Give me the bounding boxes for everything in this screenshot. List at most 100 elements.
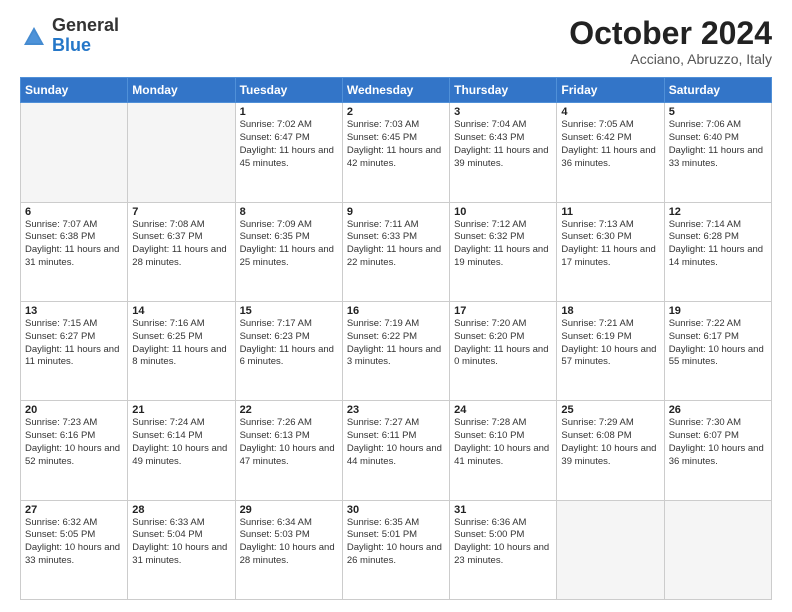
calendar-cell: 9 Sunrise: 7:11 AMSunset: 6:33 PMDayligh… [342,202,449,301]
day-detail: Sunrise: 7:03 AMSunset: 6:45 PMDaylight:… [347,119,445,170]
calendar-cell: 21 Sunrise: 7:24 AMSunset: 6:14 PMDaylig… [128,401,235,500]
day-header-tuesday: Tuesday [235,78,342,103]
day-number: 4 [561,106,659,118]
day-number: 29 [240,504,338,516]
day-number: 13 [25,305,123,317]
day-detail: Sunrise: 7:13 AMSunset: 6:30 PMDaylight:… [561,219,659,270]
day-number: 1 [240,106,338,118]
day-detail: Sunrise: 7:04 AMSunset: 6:43 PMDaylight:… [454,119,552,170]
calendar-week-2: 13 Sunrise: 7:15 AMSunset: 6:27 PMDaylig… [21,301,772,400]
calendar-cell [557,500,664,599]
header: General Blue October 2024 Acciano, Abruz… [20,16,772,67]
calendar-cell: 10 Sunrise: 7:12 AMSunset: 6:32 PMDaylig… [450,202,557,301]
day-number: 25 [561,404,659,416]
day-header-thursday: Thursday [450,78,557,103]
day-detail: Sunrise: 6:36 AMSunset: 5:00 PMDaylight:… [454,517,552,568]
day-detail: Sunrise: 7:20 AMSunset: 6:20 PMDaylight:… [454,318,552,369]
calendar-cell: 2 Sunrise: 7:03 AMSunset: 6:45 PMDayligh… [342,103,449,202]
day-detail: Sunrise: 7:06 AMSunset: 6:40 PMDaylight:… [669,119,767,170]
calendar-cell: 5 Sunrise: 7:06 AMSunset: 6:40 PMDayligh… [664,103,771,202]
calendar-cell: 3 Sunrise: 7:04 AMSunset: 6:43 PMDayligh… [450,103,557,202]
day-detail: Sunrise: 7:02 AMSunset: 6:47 PMDaylight:… [240,119,338,170]
calendar-cell [21,103,128,202]
logo-icon [20,23,48,51]
calendar-cell: 26 Sunrise: 7:30 AMSunset: 6:07 PMDaylig… [664,401,771,500]
day-number: 3 [454,106,552,118]
day-number: 17 [454,305,552,317]
day-number: 7 [132,206,230,218]
day-number: 20 [25,404,123,416]
calendar-cell: 16 Sunrise: 7:19 AMSunset: 6:22 PMDaylig… [342,301,449,400]
day-number: 22 [240,404,338,416]
day-detail: Sunrise: 7:16 AMSunset: 6:25 PMDaylight:… [132,318,230,369]
day-detail: Sunrise: 7:17 AMSunset: 6:23 PMDaylight:… [240,318,338,369]
calendar-cell: 12 Sunrise: 7:14 AMSunset: 6:28 PMDaylig… [664,202,771,301]
day-number: 24 [454,404,552,416]
day-detail: Sunrise: 7:28 AMSunset: 6:10 PMDaylight:… [454,417,552,468]
calendar-cell: 19 Sunrise: 7:22 AMSunset: 6:17 PMDaylig… [664,301,771,400]
calendar-cell: 24 Sunrise: 7:28 AMSunset: 6:10 PMDaylig… [450,401,557,500]
calendar-body: 1 Sunrise: 7:02 AMSunset: 6:47 PMDayligh… [21,103,772,600]
page: General Blue October 2024 Acciano, Abruz… [0,0,792,612]
calendar-cell: 7 Sunrise: 7:08 AMSunset: 6:37 PMDayligh… [128,202,235,301]
logo-blue-text: Blue [52,36,119,56]
calendar: SundayMondayTuesdayWednesdayThursdayFrid… [20,77,772,600]
calendar-cell [664,500,771,599]
calendar-cell: 20 Sunrise: 7:23 AMSunset: 6:16 PMDaylig… [21,401,128,500]
day-number: 11 [561,206,659,218]
day-number: 19 [669,305,767,317]
calendar-cell: 8 Sunrise: 7:09 AMSunset: 6:35 PMDayligh… [235,202,342,301]
day-number: 21 [132,404,230,416]
day-detail: Sunrise: 7:05 AMSunset: 6:42 PMDaylight:… [561,119,659,170]
day-detail: Sunrise: 6:35 AMSunset: 5:01 PMDaylight:… [347,517,445,568]
day-number: 9 [347,206,445,218]
day-detail: Sunrise: 6:33 AMSunset: 5:04 PMDaylight:… [132,517,230,568]
day-detail: Sunrise: 7:26 AMSunset: 6:13 PMDaylight:… [240,417,338,468]
day-number: 18 [561,305,659,317]
day-detail: Sunrise: 7:21 AMSunset: 6:19 PMDaylight:… [561,318,659,369]
calendar-cell: 30 Sunrise: 6:35 AMSunset: 5:01 PMDaylig… [342,500,449,599]
logo-general-text: General [52,16,119,36]
day-header-wednesday: Wednesday [342,78,449,103]
calendar-cell: 6 Sunrise: 7:07 AMSunset: 6:38 PMDayligh… [21,202,128,301]
month-title: October 2024 [569,16,772,51]
day-number: 2 [347,106,445,118]
day-number: 27 [25,504,123,516]
day-header-friday: Friday [557,78,664,103]
day-number: 16 [347,305,445,317]
day-detail: Sunrise: 7:30 AMSunset: 6:07 PMDaylight:… [669,417,767,468]
day-number: 12 [669,206,767,218]
day-detail: Sunrise: 7:29 AMSunset: 6:08 PMDaylight:… [561,417,659,468]
calendar-cell: 29 Sunrise: 6:34 AMSunset: 5:03 PMDaylig… [235,500,342,599]
day-header-sunday: Sunday [21,78,128,103]
day-header-row: SundayMondayTuesdayWednesdayThursdayFrid… [21,78,772,103]
day-detail: Sunrise: 7:08 AMSunset: 6:37 PMDaylight:… [132,219,230,270]
day-number: 10 [454,206,552,218]
day-detail: Sunrise: 7:11 AMSunset: 6:33 PMDaylight:… [347,219,445,270]
calendar-header: SundayMondayTuesdayWednesdayThursdayFrid… [21,78,772,103]
calendar-cell [128,103,235,202]
logo: General Blue [20,16,119,56]
day-number: 23 [347,404,445,416]
calendar-cell: 31 Sunrise: 6:36 AMSunset: 5:00 PMDaylig… [450,500,557,599]
calendar-cell: 13 Sunrise: 7:15 AMSunset: 6:27 PMDaylig… [21,301,128,400]
title-block: October 2024 Acciano, Abruzzo, Italy [569,16,772,67]
day-detail: Sunrise: 7:27 AMSunset: 6:11 PMDaylight:… [347,417,445,468]
calendar-week-1: 6 Sunrise: 7:07 AMSunset: 6:38 PMDayligh… [21,202,772,301]
day-number: 15 [240,305,338,317]
calendar-cell: 27 Sunrise: 6:32 AMSunset: 5:05 PMDaylig… [21,500,128,599]
day-number: 8 [240,206,338,218]
calendar-week-4: 27 Sunrise: 6:32 AMSunset: 5:05 PMDaylig… [21,500,772,599]
calendar-week-0: 1 Sunrise: 7:02 AMSunset: 6:47 PMDayligh… [21,103,772,202]
calendar-cell: 18 Sunrise: 7:21 AMSunset: 6:19 PMDaylig… [557,301,664,400]
day-number: 5 [669,106,767,118]
calendar-cell: 17 Sunrise: 7:20 AMSunset: 6:20 PMDaylig… [450,301,557,400]
day-detail: Sunrise: 7:22 AMSunset: 6:17 PMDaylight:… [669,318,767,369]
day-detail: Sunrise: 7:12 AMSunset: 6:32 PMDaylight:… [454,219,552,270]
day-detail: Sunrise: 7:19 AMSunset: 6:22 PMDaylight:… [347,318,445,369]
day-detail: Sunrise: 7:23 AMSunset: 6:16 PMDaylight:… [25,417,123,468]
calendar-week-3: 20 Sunrise: 7:23 AMSunset: 6:16 PMDaylig… [21,401,772,500]
calendar-cell: 23 Sunrise: 7:27 AMSunset: 6:11 PMDaylig… [342,401,449,500]
day-number: 6 [25,206,123,218]
calendar-cell: 4 Sunrise: 7:05 AMSunset: 6:42 PMDayligh… [557,103,664,202]
